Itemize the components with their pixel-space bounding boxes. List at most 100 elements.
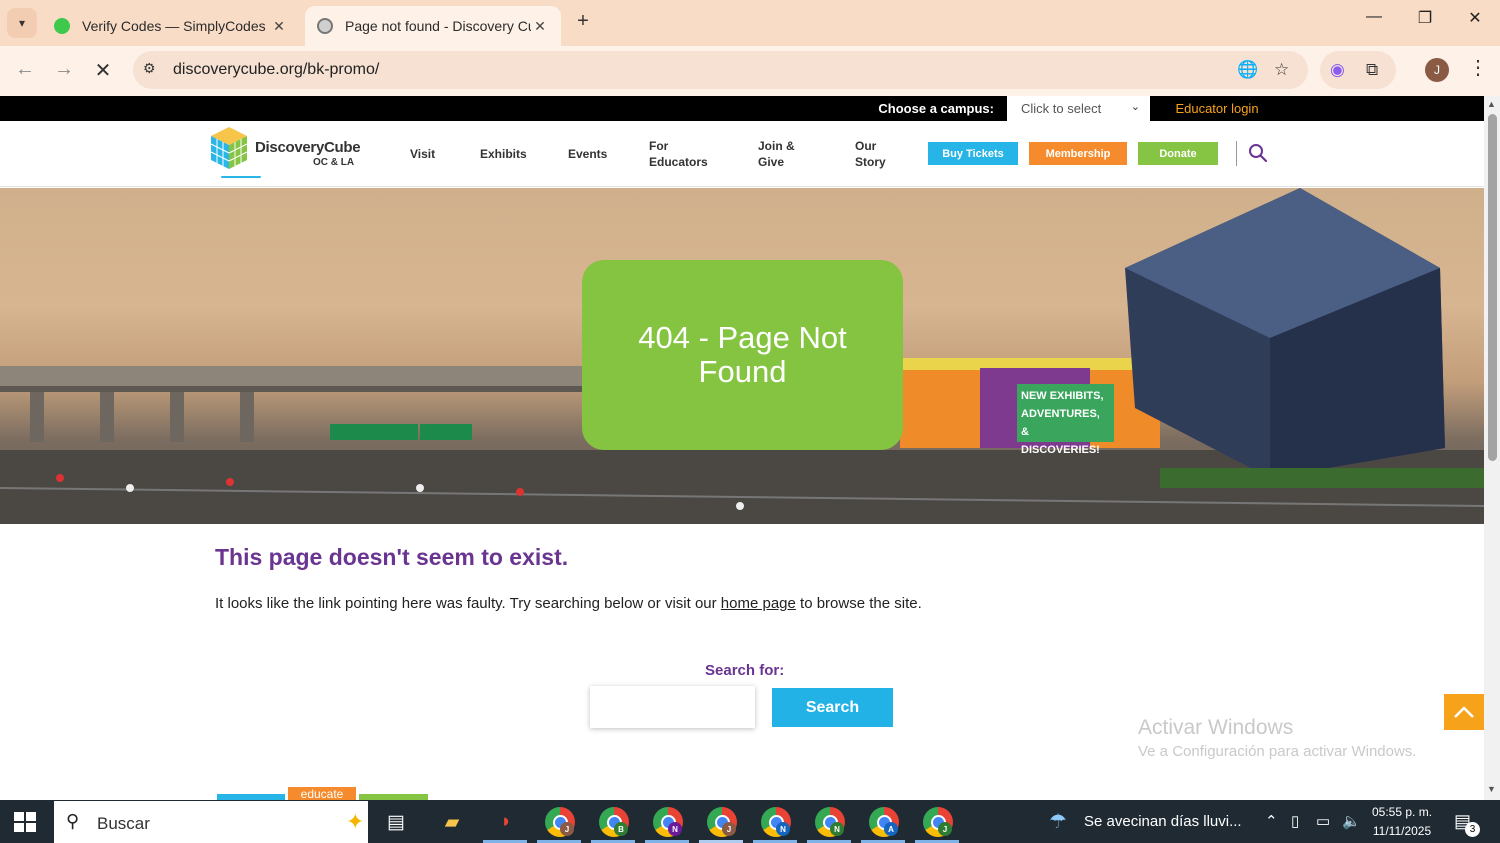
hero-404-heading: 404 - Page Not Found (582, 260, 903, 450)
stop-loading-icon[interactable]: ✕ (90, 58, 116, 83)
browser-tab[interactable]: Verify Codes — SimplyCodes ✕ (42, 6, 300, 46)
device-icon[interactable]: ▯ (1291, 812, 1299, 830)
footer-tile-educate: educate (288, 787, 356, 800)
error-title: This page doesn't seem to exist. (215, 544, 569, 570)
clock-date: 11/11/2025 (1372, 824, 1432, 838)
browser-toolbar: ← → ✕ ⚙ discoverycube.org/bk-promo/ 🌐 ☆ … (0, 46, 1500, 96)
nav-label: Join & (758, 139, 795, 153)
profile-badge: J (722, 822, 736, 836)
profile-avatar[interactable]: J (1425, 58, 1449, 82)
footer-tile-label: educate (300, 787, 344, 800)
logo-wordmark: DiscoveryCube (255, 139, 361, 156)
close-window-icon[interactable]: ✕ (1455, 8, 1495, 28)
nav-label: Events (568, 147, 608, 161)
chevron-down-icon: ▾ (18, 16, 26, 30)
page-viewport: Choose a campus: Click to select ⌄ Educa… (0, 96, 1500, 800)
profile-badge: N (776, 822, 790, 836)
campus-select[interactable]: Click to select ⌄ (1007, 96, 1150, 121)
tab-title: Verify Codes — SimplyCodes (82, 18, 266, 34)
tab-title: Page not found - Discovery Cube (345, 18, 531, 34)
ai-assistant-icon[interactable]: ◉ (1330, 60, 1345, 80)
buy-tickets-button[interactable]: Buy Tickets (928, 142, 1018, 165)
nav-events[interactable]: Events (568, 146, 607, 162)
search-button[interactable]: Search (772, 688, 893, 727)
address-bar[interactable]: ⚙ discoverycube.org/bk-promo/ 🌐 ☆ (133, 51, 1308, 89)
clock-time: 05:55 p. m. (1372, 805, 1433, 819)
task-view-icon[interactable]: ▤ (381, 807, 411, 837)
more-menu-icon[interactable]: ⋮ (1468, 55, 1488, 80)
weather-text[interactable]: Se avecinan días lluvi... (1084, 813, 1242, 830)
hero-banner: 404 - Page Not Found NEW EXHIBITS, ADVEN… (0, 188, 1484, 524)
minimize-icon[interactable]: — (1354, 8, 1394, 26)
choose-campus-label: Choose a campus: (878, 101, 994, 116)
extensions-puzzle-icon[interactable]: ⧉ (1366, 60, 1378, 80)
chevron-down-icon: ⌄ (1130, 101, 1140, 113)
exhibit-sign: NEW EXHIBITS, ADVENTURES, & DISCOVERIES! (1017, 384, 1114, 456)
taskbar-search-box[interactable]: ⚲ Buscar ✦ (54, 801, 368, 843)
nav-label: Visit (410, 147, 436, 161)
rain-weather-icon[interactable]: ☂ (1049, 809, 1067, 834)
scroll-down-arrow-icon[interactable]: ▼ (1487, 784, 1496, 794)
sparkle-icon: ✦ (346, 809, 365, 834)
nav-label: Give (758, 155, 785, 169)
error-text-before: It looks like the link pointing here was… (215, 595, 721, 612)
site-info-icon[interactable]: ⚙ (143, 60, 156, 77)
forward-arrow-icon[interactable]: → (51, 58, 77, 81)
taskbar-search-placeholder: Buscar (97, 814, 150, 833)
donate-button[interactable]: Donate (1138, 142, 1218, 165)
url-text[interactable]: discoverycube.org/bk-promo/ (173, 61, 379, 79)
profile-badge: B (614, 822, 628, 836)
nav-label: Story (855, 155, 886, 169)
activate-windows-title: Activar Windows (1138, 716, 1294, 739)
profile-badge: A (884, 822, 898, 836)
membership-button[interactable]: Membership (1029, 142, 1127, 165)
file-explorer-icon[interactable]: ▰ (437, 807, 467, 837)
clock[interactable]: 05:55 p. m. 11/11/2025 (1372, 803, 1432, 841)
site-header: DiscoveryCube OC & LA Visit Exhibits Eve… (0, 121, 1484, 187)
profile-badge: N (668, 822, 682, 836)
sign-line: ADVENTURES, (1021, 408, 1100, 420)
scroll-up-arrow-icon[interactable]: ▲ (1487, 99, 1496, 109)
discoverycube-logo[interactable]: DiscoveryCube OC & LA (209, 125, 361, 179)
app-icon[interactable]: ◗ (491, 807, 521, 837)
search-icon[interactable] (1248, 143, 1268, 163)
restore-icon[interactable]: ❐ (1405, 8, 1445, 28)
search-input[interactable] (590, 686, 755, 728)
campus-bar: Choose a campus: Click to select ⌄ Educa… (0, 96, 1484, 121)
discoverycube-favicon-icon (317, 18, 333, 34)
educator-login-link[interactable]: Educator login (1150, 96, 1284, 121)
nav-label: Educators (649, 155, 708, 169)
nav-our-story[interactable]: Our Story (855, 138, 886, 170)
back-arrow-icon[interactable]: ← (12, 58, 38, 81)
browser-tab-active[interactable]: Page not found - Discovery Cube ✕ (305, 6, 561, 46)
network-icon[interactable]: ▭ (1316, 812, 1330, 830)
bookmark-star-icon[interactable]: ☆ (1274, 60, 1289, 80)
nav-visit[interactable]: Visit (410, 146, 435, 162)
close-icon[interactable]: ✕ (531, 18, 549, 35)
windows-start-icon[interactable] (14, 812, 36, 832)
error-message: It looks like the link pointing here was… (215, 595, 922, 612)
translate-icon[interactable]: 🌐 (1237, 60, 1258, 80)
sign-line: & DISCOVERIES! (1021, 426, 1100, 456)
cube-logo-icon (210, 127, 248, 169)
home-page-link[interactable]: home page (721, 595, 796, 612)
campus-select-value: Click to select (1021, 101, 1102, 116)
logo-subtitle: OC & LA (313, 157, 355, 168)
chevron-up-icon[interactable]: ⌃ (1265, 812, 1278, 830)
scrollbar-thumb[interactable] (1488, 114, 1497, 461)
activate-windows-subtitle: Ve a Configuración para activar Windows. (1138, 743, 1417, 760)
volume-icon[interactable]: 🔈 (1342, 812, 1361, 830)
search-icon: ⚲ (66, 811, 80, 831)
new-tab-plus-icon[interactable]: + (572, 10, 594, 33)
nav-label: Our (855, 139, 877, 153)
close-icon[interactable]: ✕ (270, 18, 288, 35)
back-to-top-button[interactable] (1444, 694, 1484, 730)
nav-for-educators[interactable]: For Educators (649, 138, 708, 170)
profile-badge: J (560, 822, 574, 836)
tab-search-button[interactable]: ▾ (7, 8, 37, 38)
extensions-area: ◉ ⧉ (1320, 51, 1396, 89)
nav-join-give[interactable]: Join & Give (758, 138, 795, 170)
page-scrollbar[interactable]: ▲ ▼ (1484, 96, 1500, 800)
browser-tab-bar: ▾ Verify Codes — SimplyCodes ✕ Page not … (0, 0, 1500, 46)
nav-exhibits[interactable]: Exhibits (480, 146, 527, 162)
